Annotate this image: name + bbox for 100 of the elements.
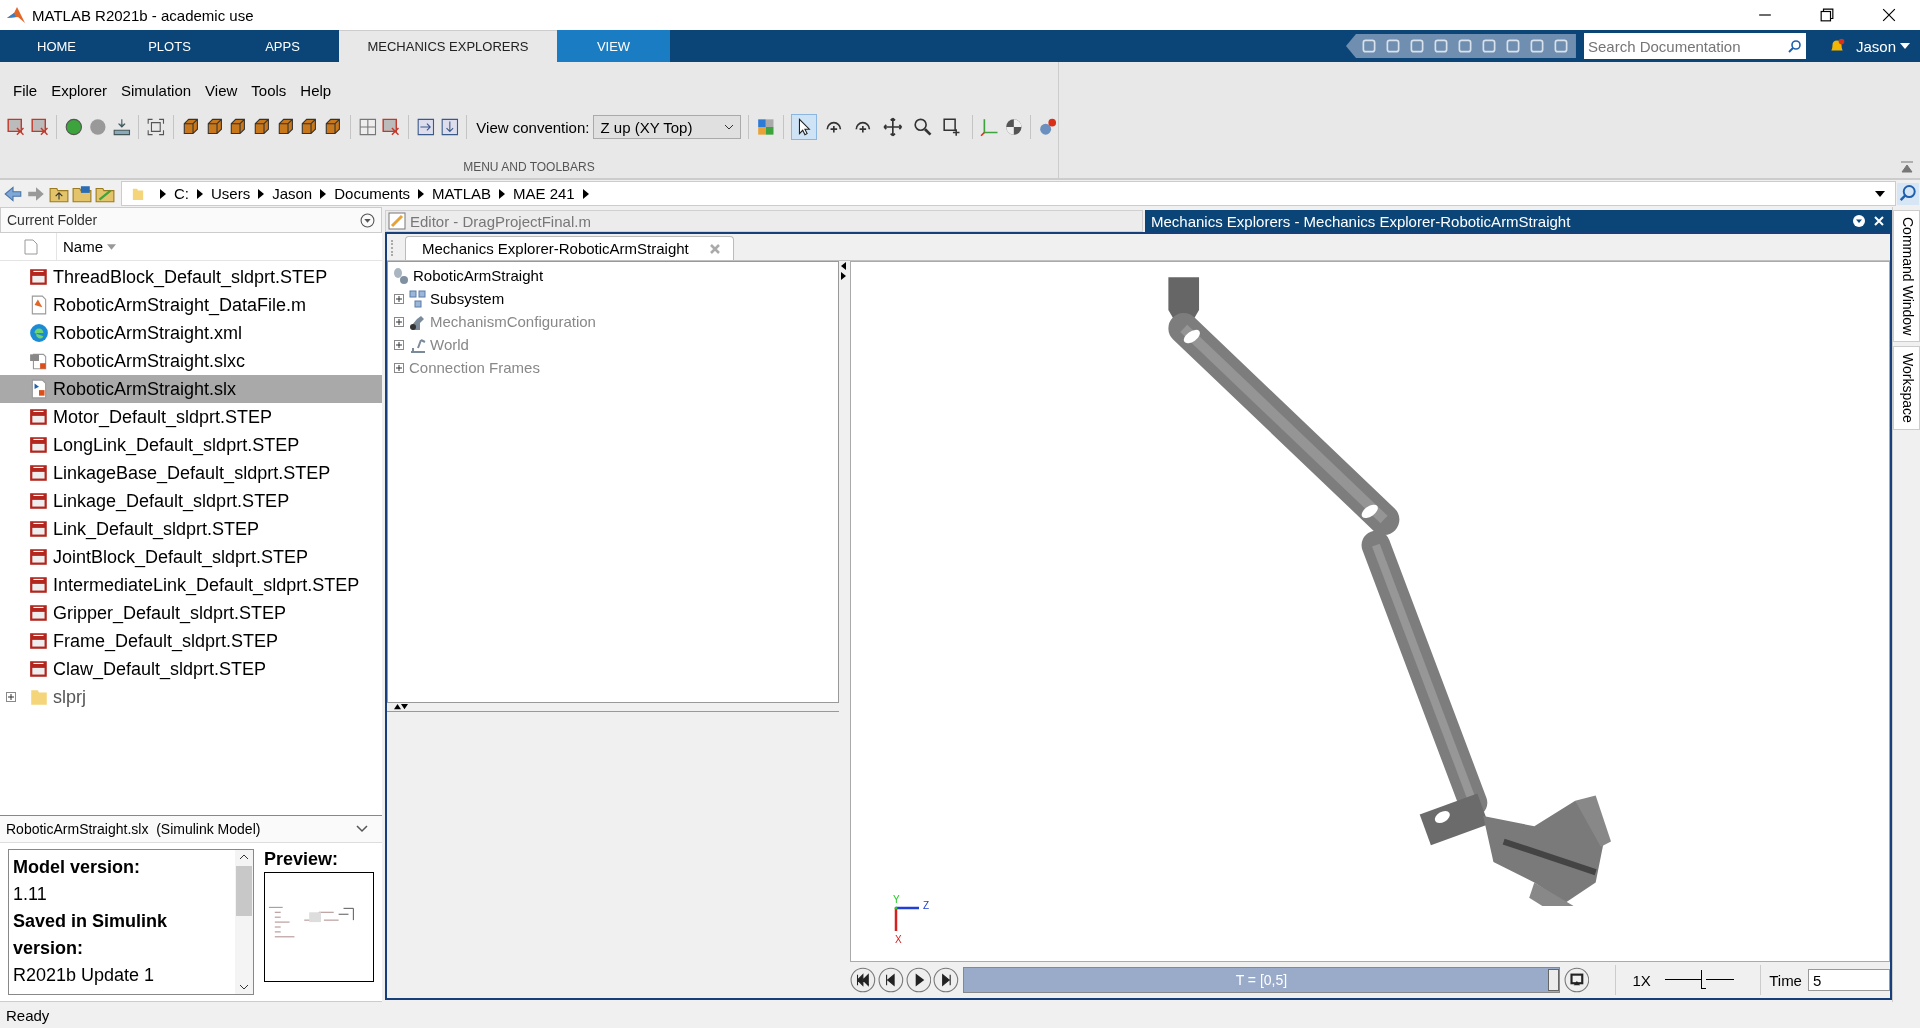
file-row[interactable]: LongLink_Default_sldprt.STEP xyxy=(0,431,382,459)
file-row[interactable]: Frame_Default_sldprt.STEP xyxy=(0,627,382,655)
sphere-icon[interactable] xyxy=(1003,117,1024,137)
collapse-arrows-icon[interactable] xyxy=(840,261,846,281)
ribbon-tab[interactable]: VIEW xyxy=(557,30,670,62)
loop-icon[interactable] xyxy=(1563,967,1590,993)
cube-icon[interactable] xyxy=(228,117,248,137)
file-row[interactable]: JointBlock_Default_sldprt.STEP xyxy=(0,543,382,571)
status-text: Ready xyxy=(6,1006,50,1024)
step-forward-icon[interactable] xyxy=(933,967,960,993)
time-field[interactable]: 5 xyxy=(1807,969,1890,991)
breadcrumb-arrow-icon[interactable] xyxy=(320,188,327,199)
cube-icon[interactable] xyxy=(299,117,319,137)
side-tab[interactable]: Workspace xyxy=(1893,346,1920,431)
chevron-down-icon[interactable] xyxy=(356,825,368,833)
file-row[interactable]: Gripper_Default_sldprt.STEP xyxy=(0,599,382,627)
address-bar[interactable]: C: Users Jason Documents MATLAB MAE 241 xyxy=(121,181,1896,206)
grid-icon[interactable] xyxy=(357,117,378,137)
close-icon[interactable] xyxy=(1882,8,1896,22)
file-row[interactable]: ThreadBlock_Default_sldprt.STEP xyxy=(0,263,382,291)
film-reel-icon[interactable] xyxy=(1038,117,1058,137)
menu-item[interactable]: Explorer xyxy=(44,82,115,106)
cube-icon[interactable] xyxy=(323,117,343,137)
menu-item[interactable]: File xyxy=(6,82,45,106)
file-name: RoboticArmStraight_DataFile.m xyxy=(53,294,307,316)
breadcrumb-arrow-icon[interactable] xyxy=(160,188,166,199)
progress-label: T = [0,5] xyxy=(1235,972,1288,988)
breadcrumb-arrow-icon[interactable] xyxy=(582,188,589,199)
file-row[interactable]: Linkage_Default_sldprt.STEP xyxy=(0,487,382,515)
tree-item[interactable]: Subsystem xyxy=(430,290,505,307)
color-palette-icon[interactable] xyxy=(756,117,776,137)
ribbon-tab[interactable]: MECHANICS EXPLORERS xyxy=(339,30,557,62)
tab-label: Mechanics Explorer-RoboticArmStraight xyxy=(422,240,689,257)
search-icon[interactable] xyxy=(1897,182,1919,205)
cube-icon[interactable] xyxy=(181,117,201,137)
scrollbar[interactable] xyxy=(235,850,253,994)
breadcrumb-arrow-icon[interactable] xyxy=(499,188,505,199)
file-row[interactable]: Claw_Default_sldprt.STEP xyxy=(0,655,382,683)
cad-part-icon xyxy=(29,659,49,679)
expand-icon[interactable] xyxy=(394,293,404,304)
breadcrumb-arrow-icon[interactable] xyxy=(197,188,203,199)
browse-folder-icon[interactable] xyxy=(72,183,92,204)
document-tab[interactable]: Mechanics Explorer-RoboticArmStraight xyxy=(405,236,734,260)
menu-item[interactable]: Tools xyxy=(244,82,294,106)
panel-menu-icon[interactable] xyxy=(360,212,375,228)
menu-item[interactable]: Simulation xyxy=(114,82,199,106)
play-icon[interactable] xyxy=(905,967,932,993)
3d-viewport[interactable]: Y Z X xyxy=(850,261,1890,962)
cube-icon[interactable] xyxy=(252,117,272,137)
download-icon[interactable] xyxy=(111,117,132,137)
ribbon-tab[interactable]: PLOTS xyxy=(113,30,226,62)
ribbon-tab[interactable]: HOME xyxy=(0,30,113,62)
fit-view-icon[interactable] xyxy=(146,117,166,137)
file-row[interactable]: RoboticArmStraight.xml xyxy=(0,319,382,347)
file-row[interactable]: Motor_Default_sldprt.STEP xyxy=(0,403,382,431)
view-convention-dropdown[interactable]: Z up (XY Top) xyxy=(593,115,742,139)
user-menu[interactable]: Jason xyxy=(1855,30,1920,62)
search-field[interactable]: Search Documentation xyxy=(1583,33,1784,59)
scroll-up-icon[interactable] xyxy=(239,854,249,860)
file-row[interactable]: RoboticArmStraight.slx xyxy=(0,375,382,403)
file-row[interactable]: RoboticArmStraight.slxc xyxy=(0,347,382,375)
pointer-icon[interactable] xyxy=(790,114,817,140)
tree-item[interactable]: RoboticArmStraight xyxy=(413,267,544,284)
back-icon[interactable] xyxy=(3,183,23,204)
arrow-right-icon[interactable] xyxy=(416,117,436,137)
path-segment[interactable]: Documents xyxy=(334,185,411,202)
menu-item[interactable]: Help xyxy=(293,82,339,106)
editor-tab[interactable]: Editor - DragProjectFinal.m xyxy=(410,212,591,230)
pencil-icon xyxy=(388,212,406,230)
close-icon[interactable] xyxy=(1872,214,1886,228)
speed-slider[interactable] xyxy=(1664,968,1735,992)
file-row[interactable]: IntermediateLink_Default_sldprt.STEP xyxy=(0,571,382,599)
path-segment[interactable]: C: xyxy=(174,185,189,202)
restore-icon[interactable] xyxy=(1820,8,1834,22)
ribbon-tab[interactable]: APPS xyxy=(226,30,339,62)
step-back-icon[interactable] xyxy=(877,967,904,993)
axes-icon[interactable] xyxy=(979,117,1000,137)
skip-to-start-icon[interactable] xyxy=(850,967,876,993)
breadcrumb-arrow-icon[interactable] xyxy=(418,188,425,199)
panel-menu-icon[interactable] xyxy=(1852,214,1866,228)
path-segment[interactable]: MATLAB xyxy=(432,185,491,202)
menu-item[interactable]: View xyxy=(198,82,245,106)
side-tab[interactable]: Command Window xyxy=(1893,210,1920,343)
close-model-icon[interactable] xyxy=(6,117,26,137)
expand-icon[interactable] xyxy=(6,692,16,702)
file-row[interactable]: LinkageBase_Default_sldprt.STEP xyxy=(0,459,382,487)
splitter-arrows-icon[interactable] xyxy=(391,703,411,710)
arrow-down-icon[interactable] xyxy=(439,117,460,137)
file-row[interactable]: RoboticArmStraight_DataFile.m xyxy=(0,291,382,319)
path-segment[interactable]: Jason xyxy=(272,185,313,202)
file-row[interactable]: Link_Default_sldprt.STEP xyxy=(0,515,382,543)
path-segment[interactable]: Users xyxy=(211,185,251,202)
dropdown-arrow-icon[interactable] xyxy=(1875,190,1885,197)
path-segment[interactable]: MAE 241 xyxy=(513,185,575,202)
collapse-toolstrip-icon[interactable] xyxy=(1900,160,1914,174)
breadcrumb-arrow-icon[interactable] xyxy=(258,188,265,199)
search-icon[interactable] xyxy=(1783,33,1806,59)
file-row[interactable]: slprj xyxy=(0,683,382,711)
scroll-down-icon[interactable] xyxy=(239,984,249,990)
column-header[interactable]: Name xyxy=(56,233,382,260)
